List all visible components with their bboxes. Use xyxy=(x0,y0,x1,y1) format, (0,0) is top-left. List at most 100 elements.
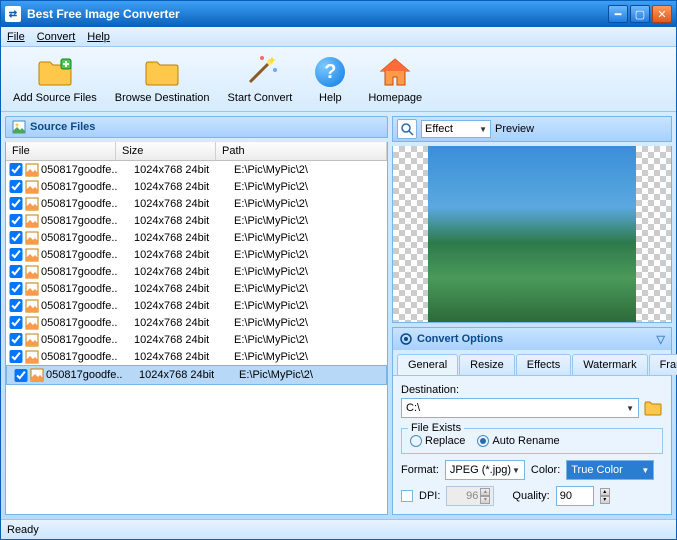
col-file[interactable]: File xyxy=(6,142,116,160)
dpi-spinner[interactable]: 96 ▴▾ xyxy=(446,486,494,506)
tab-effects[interactable]: Effects xyxy=(516,354,571,375)
magnifier-icon xyxy=(400,122,414,136)
spin-up-icon[interactable]: ▴ xyxy=(600,488,610,496)
quality-value: 90 xyxy=(560,490,572,502)
row-checkbox[interactable] xyxy=(9,350,23,363)
maximize-button[interactable]: ▢ xyxy=(630,5,650,23)
close-button[interactable]: ✕ xyxy=(652,5,672,23)
cell-path: E:\Pic\MyPic\2\ xyxy=(230,283,387,295)
main-area: Source Files File Size Path 050817goodfe… xyxy=(1,112,676,519)
col-size[interactable]: Size xyxy=(116,142,216,160)
cell-file: 050817goodfe.. xyxy=(41,317,130,329)
row-checkbox[interactable] xyxy=(9,231,23,244)
table-row[interactable]: 050817goodfe..1024x768 24bitE:\Pic\MyPic… xyxy=(6,212,387,229)
folder-icon xyxy=(142,54,182,90)
cell-size: 1024x768 24bit xyxy=(135,369,235,381)
list-header: File Size Path xyxy=(6,142,387,161)
spin-down-icon[interactable]: ▾ xyxy=(600,496,610,504)
convert-options-panel: Convert Options ▽ General Resize Effects… xyxy=(392,327,672,515)
format-dropdown[interactable]: JPEG (*.jpg) ▼ xyxy=(445,460,525,480)
row-checkbox[interactable] xyxy=(9,265,23,278)
table-row[interactable]: 050817goodfe..1024x768 24bitE:\Pic\MyPic… xyxy=(6,195,387,212)
preview-image xyxy=(428,146,636,322)
row-checkbox[interactable] xyxy=(9,248,23,261)
table-row[interactable]: 050817goodfe..1024x768 24bitE:\Pic\MyPic… xyxy=(6,280,387,297)
radio-replace[interactable]: Replace xyxy=(410,435,465,447)
help-button[interactable]: ? Help xyxy=(310,54,350,104)
col-path[interactable]: Path xyxy=(216,142,387,160)
browse-destination-button[interactable]: Browse Destination xyxy=(115,54,210,104)
cell-size: 1024x768 24bit xyxy=(130,198,230,210)
image-file-icon xyxy=(25,299,39,313)
radio-icon xyxy=(410,435,422,447)
quality-input[interactable]: 90 xyxy=(556,486,594,506)
dpi-value: 96 xyxy=(466,490,478,502)
tab-body-general: Destination: C:\ ▼ File Exists xyxy=(393,375,671,514)
add-source-button[interactable]: Add Source Files xyxy=(13,54,97,104)
folder-icon xyxy=(644,400,662,416)
color-dropdown[interactable]: True Color ▼ xyxy=(566,460,654,480)
minimize-button[interactable]: ━ xyxy=(608,5,628,23)
row-checkbox[interactable] xyxy=(9,163,23,176)
folder-add-icon xyxy=(35,54,75,90)
tool-label: Add Source Files xyxy=(13,92,97,104)
table-row[interactable]: 050817goodfe..1024x768 24bitE:\Pic\MyPic… xyxy=(6,297,387,314)
color-value: True Color xyxy=(571,464,623,476)
tab-resize[interactable]: Resize xyxy=(459,354,515,375)
row-checkbox[interactable] xyxy=(9,333,23,346)
effect-dropdown[interactable]: Effect ▼ xyxy=(421,120,491,138)
table-row[interactable]: 050817goodfe..1024x768 24bitE:\Pic\MyPic… xyxy=(6,331,387,348)
dpi-checkbox[interactable] xyxy=(401,490,413,502)
table-row[interactable]: 050817goodfe..1024x768 24bitE:\Pic\MyPic… xyxy=(6,161,387,178)
radio-icon xyxy=(477,435,489,447)
cell-path: E:\Pic\MyPic\2\ xyxy=(235,369,382,381)
cell-path: E:\Pic\MyPic\2\ xyxy=(230,215,387,227)
row-checkbox[interactable] xyxy=(9,316,23,329)
cell-file: 050817goodfe.. xyxy=(41,351,130,363)
tab-watermark[interactable]: Watermark xyxy=(572,354,647,375)
table-row[interactable]: 050817goodfe..1024x768 24bitE:\Pic\MyPic… xyxy=(6,229,387,246)
cell-file: 050817goodfe.. xyxy=(41,164,130,176)
image-file-icon xyxy=(25,180,39,194)
table-row[interactable]: 050817goodfe..1024x768 24bitE:\Pic\MyPic… xyxy=(6,263,387,280)
cell-path: E:\Pic\MyPic\2\ xyxy=(230,334,387,346)
cell-size: 1024x768 24bit xyxy=(130,300,230,312)
collapse-icon[interactable]: ▽ xyxy=(657,333,665,346)
destination-value: C:\ xyxy=(406,402,420,414)
cell-size: 1024x768 24bit xyxy=(130,232,230,244)
cell-file: 050817goodfe.. xyxy=(41,266,130,278)
wand-icon xyxy=(240,54,280,90)
browse-folder-button[interactable] xyxy=(643,398,663,418)
destination-input[interactable]: C:\ ▼ xyxy=(401,398,639,418)
table-row[interactable]: 050817goodfe..1024x768 24bitE:\Pic\MyPic… xyxy=(6,348,387,365)
row-checkbox[interactable] xyxy=(14,369,28,382)
app-window: ⇄ Best Free Image Converter ━ ▢ ✕ File C… xyxy=(0,0,677,540)
table-row[interactable]: 050817goodfe..1024x768 24bitE:\Pic\MyPic… xyxy=(6,314,387,331)
chevron-down-icon: ▼ xyxy=(626,404,634,413)
cell-size: 1024x768 24bit xyxy=(130,181,230,193)
table-row[interactable]: 050817goodfe..1024x768 24bitE:\Pic\MyPic… xyxy=(6,178,387,195)
table-row[interactable]: 050817goodfe..1024x768 24bitE:\Pic\MyPic… xyxy=(6,365,387,385)
row-checkbox[interactable] xyxy=(9,282,23,295)
menu-convert[interactable]: Convert xyxy=(37,31,76,43)
cell-size: 1024x768 24bit xyxy=(130,215,230,227)
image-file-icon xyxy=(25,265,39,279)
menu-file[interactable]: File xyxy=(7,31,25,43)
image-file-icon xyxy=(25,316,39,330)
row-checkbox[interactable] xyxy=(9,180,23,193)
row-checkbox[interactable] xyxy=(9,299,23,312)
homepage-button[interactable]: Homepage xyxy=(368,54,422,104)
cell-size: 1024x768 24bit xyxy=(130,317,230,329)
spin-down-icon: ▾ xyxy=(480,496,490,504)
menu-help[interactable]: Help xyxy=(87,31,110,43)
zoom-button[interactable] xyxy=(397,119,417,139)
tab-general[interactable]: General xyxy=(397,354,458,375)
chevron-down-icon: ▼ xyxy=(641,466,649,475)
tab-frame[interactable]: Frame xyxy=(649,354,677,375)
format-label: Format: xyxy=(401,464,439,476)
row-checkbox[interactable] xyxy=(9,214,23,227)
start-convert-button[interactable]: Start Convert xyxy=(228,54,293,104)
radio-auto-rename[interactable]: Auto Rename xyxy=(477,435,559,447)
row-checkbox[interactable] xyxy=(9,197,23,210)
table-row[interactable]: 050817goodfe..1024x768 24bitE:\Pic\MyPic… xyxy=(6,246,387,263)
